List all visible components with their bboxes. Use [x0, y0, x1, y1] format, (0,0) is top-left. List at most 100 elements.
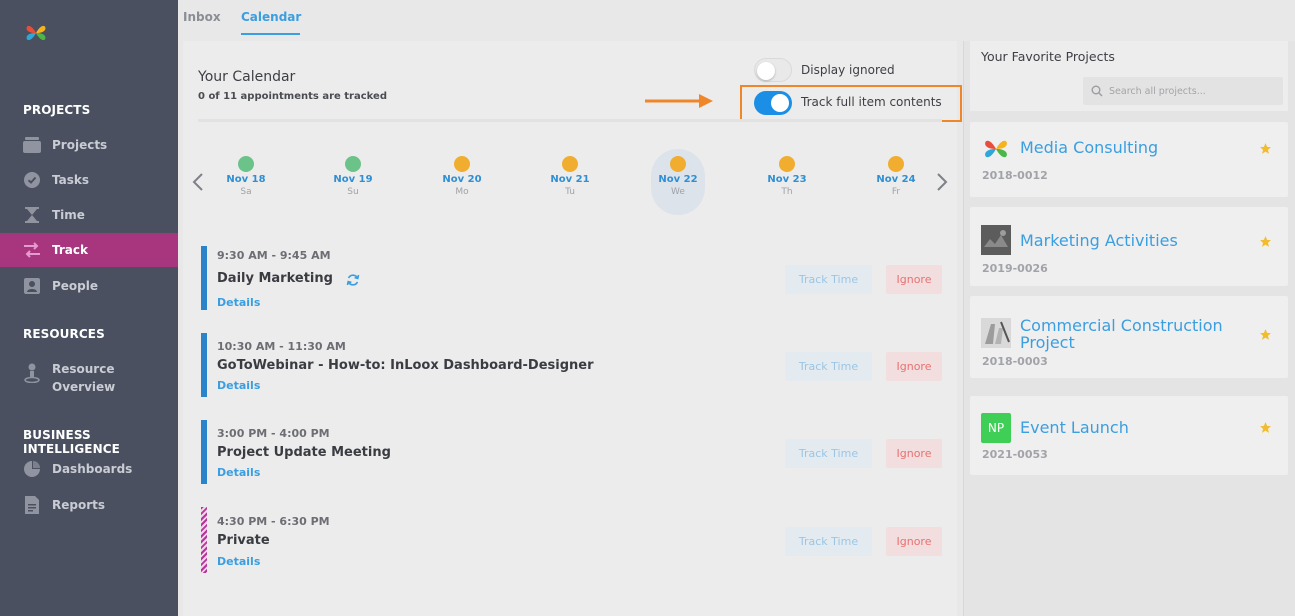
appointment-item: 10:30 AM - 11:30 AM GoToWebinar - How-to…	[201, 333, 943, 397]
status-dot	[345, 156, 361, 172]
appointment-name: Project Update Meeting	[217, 445, 391, 460]
sidebar-item-dashboards[interactable]: Dashboards	[0, 452, 178, 486]
day-nov-19[interactable]: Nov 19 Su	[326, 149, 380, 215]
appointment-color-bar	[201, 246, 207, 310]
toggle-knob	[757, 62, 775, 80]
star-icon[interactable]	[1259, 328, 1272, 341]
sidebar-item-label: Dashboards	[52, 462, 133, 476]
day-nov-18[interactable]: Nov 18 Sa	[219, 149, 273, 215]
sidebar-item-label: Resource Overview	[52, 360, 115, 396]
sidebar-item-time[interactable]: Time	[0, 198, 178, 232]
day-nov-21[interactable]: Nov 21 Tu	[543, 149, 597, 215]
search-input[interactable]	[1109, 85, 1269, 97]
inloox-logo-icon[interactable]	[24, 20, 48, 46]
sidebar-item-tasks[interactable]: Tasks	[0, 163, 178, 197]
toggle-knob	[771, 94, 789, 112]
ignore-button[interactable]: Ignore	[886, 265, 942, 294]
sidebar-item-label: People	[52, 279, 99, 293]
sidebar-item-projects[interactable]: Projects	[0, 128, 178, 162]
day-of-week: Sa	[240, 187, 252, 197]
details-link[interactable]: Details	[217, 466, 260, 479]
day-date: Nov 20	[442, 174, 482, 185]
project-number: 2019-0026	[982, 262, 1048, 275]
day-date: Nov 18	[226, 174, 266, 185]
star-icon[interactable]	[1259, 421, 1272, 434]
details-link[interactable]: Details	[217, 555, 260, 568]
sidebar-item-label: Time	[52, 208, 85, 222]
track-full-contents-toggle[interactable]	[754, 91, 792, 115]
project-search[interactable]	[1083, 77, 1283, 105]
star-icon[interactable]	[1259, 142, 1272, 155]
appointment-item: 9:30 AM - 9:45 AM Daily Marketing Detail…	[201, 246, 943, 310]
tab-calendar[interactable]: Calendar	[241, 10, 301, 24]
day-nov-20[interactable]: Nov 20 Mo	[435, 149, 489, 215]
project-name[interactable]: Event Launch	[1020, 419, 1129, 436]
ignore-button[interactable]: Ignore	[886, 352, 942, 381]
appointment-name: GoToWebinar - How-to: InLoox Dashboard-D…	[217, 358, 594, 373]
ignore-button[interactable]: Ignore	[886, 527, 942, 556]
project-image-icon	[981, 318, 1011, 348]
sidebar-item-people[interactable]: People	[0, 269, 178, 303]
appointment-time: 10:30 AM - 11:30 AM	[217, 340, 346, 353]
details-link[interactable]: Details	[217, 379, 260, 392]
appointment-color-bar	[201, 333, 207, 397]
favorites-title: Your Favorite Projects	[981, 49, 1115, 64]
project-number: 2018-0003	[982, 355, 1048, 368]
project-name[interactable]: Media Consulting	[1020, 139, 1158, 156]
annotation-arrow-icon	[645, 94, 713, 108]
appointment-item: 3:00 PM - 4:00 PM Project Update Meeting…	[201, 420, 943, 484]
display-ignored-toggle[interactable]	[754, 58, 792, 82]
appointment-name: Private	[217, 533, 270, 548]
sidebar-item-resource-overview[interactable]: Resource Overview	[0, 360, 178, 400]
status-dot	[238, 156, 254, 172]
project-name[interactable]: Marketing Activities	[1020, 232, 1178, 249]
appointment-name: Daily Marketing	[217, 271, 333, 286]
sidebar-item-reports[interactable]: Reports	[0, 488, 178, 522]
details-link[interactable]: Details	[217, 296, 260, 309]
ignore-button[interactable]: Ignore	[886, 439, 942, 468]
sidebar-item-track[interactable]: Track	[0, 233, 178, 267]
chevron-right-icon[interactable]	[936, 172, 948, 192]
day-nov-24[interactable]: Nov 24 Fr	[869, 149, 923, 215]
appointment-color-bar	[201, 420, 207, 484]
project-card-event-launch[interactable]: NP Event Launch 2021-0053	[970, 396, 1288, 475]
track-time-button[interactable]: Track Time	[785, 352, 872, 381]
track-time-button[interactable]: Track Time	[785, 265, 872, 294]
hourglass-icon	[23, 206, 41, 224]
sync-icon[interactable]	[346, 273, 360, 287]
active-tab-indicator	[241, 33, 300, 35]
tab-inbox[interactable]: Inbox	[183, 10, 221, 24]
search-icon	[1091, 85, 1103, 97]
project-card-marketing-activities[interactable]: Marketing Activities 2019-0026	[970, 207, 1288, 286]
project-card-media-consulting[interactable]: Media Consulting 2018-0012	[970, 122, 1288, 197]
day-nov-23[interactable]: Nov 23 Th	[760, 149, 814, 215]
day-date: Nov 19	[333, 174, 373, 185]
appointment-time: 3:00 PM - 4:00 PM	[217, 427, 330, 440]
calendar-title: Your Calendar	[198, 69, 296, 85]
track-time-button[interactable]: Track Time	[785, 439, 872, 468]
chevron-left-icon[interactable]	[192, 172, 204, 192]
pie-chart-icon	[23, 460, 41, 478]
day-date: Nov 23	[767, 174, 807, 185]
day-date: Nov 22	[658, 174, 698, 185]
star-icon[interactable]	[1259, 235, 1272, 248]
day-of-week: We	[671, 187, 685, 197]
day-of-week: Fr	[891, 187, 901, 197]
project-card-commercial-construction[interactable]: Commercial Construction Project 2018-000…	[970, 296, 1288, 378]
check-circle-icon	[23, 171, 41, 189]
sidebar: PROJECTS Projects Tasks Time Track Peopl…	[0, 0, 178, 616]
sidebar-item-label-line1: Resource	[52, 362, 115, 376]
folder-stack-icon	[23, 136, 41, 154]
day-of-week: Su	[347, 187, 359, 197]
person-card-icon	[23, 277, 41, 295]
section-title-projects: PROJECTS	[23, 103, 91, 117]
project-name[interactable]: Commercial Construction Project	[1020, 317, 1223, 351]
track-time-button[interactable]: Track Time	[785, 527, 872, 556]
appointment-color-bar	[201, 507, 207, 573]
status-dot	[670, 156, 686, 172]
appointment-time: 4:30 PM - 6:30 PM	[217, 515, 330, 528]
sidebar-item-label-line2: Overview	[52, 380, 116, 394]
day-nov-22[interactable]: Nov 22 We	[651, 149, 705, 215]
track-arrows-icon	[23, 241, 41, 259]
report-document-icon	[23, 496, 41, 514]
